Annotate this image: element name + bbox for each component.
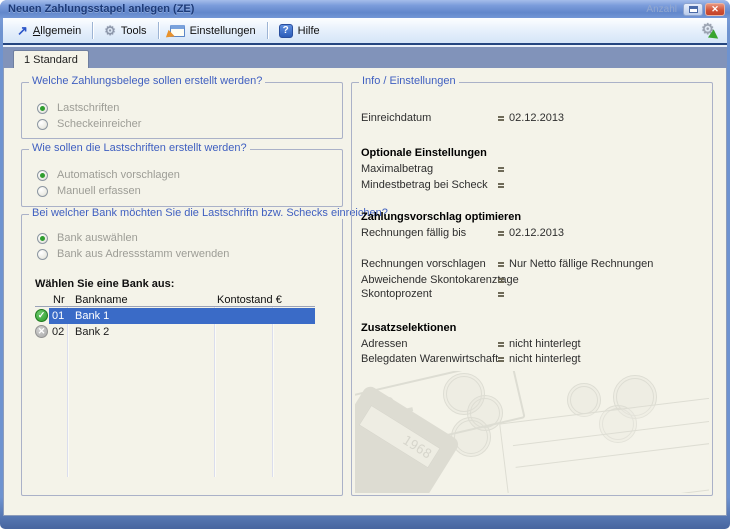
einstellungen-label: Einstellungen <box>190 25 256 37</box>
equals-icon <box>498 183 504 188</box>
equals-icon <box>498 231 504 236</box>
radio-icon <box>37 186 48 197</box>
coin-icon <box>613 375 657 419</box>
equals-icon <box>498 278 504 283</box>
transfer-form-graphic: EUR <box>499 371 709 493</box>
radio-manuell-erfassen[interactable]: Manuell erfassen <box>37 184 141 198</box>
tools-label: Tools <box>121 25 147 37</box>
radio-lastschriften[interactable]: Lastschriften <box>37 101 119 115</box>
check-icon: ✓ <box>35 309 48 322</box>
tab-standard[interactable]: 1 Standard <box>13 50 89 68</box>
app-window: Neuen Zahlungsstapel anlegen (ZE) Anzahl… <box>0 0 730 529</box>
section-optionale-einstellungen: Optionale Einstellungen <box>361 147 706 161</box>
groupbox-erstellung: Wie sollen die Lastschriften erstellt we… <box>21 149 343 207</box>
help-icon: ? <box>279 24 293 38</box>
radio-automatisch-vorschlagen[interactable]: Automatisch vorschlagen <box>37 168 180 182</box>
coin-icon <box>599 405 637 443</box>
groupbox-title: Wie sollen die Lastschriften erstellt we… <box>29 142 250 154</box>
radio-scheckeinreicher[interactable]: Scheckeinreicher <box>37 117 141 131</box>
radio-icon <box>37 119 48 130</box>
radio-selected-icon <box>37 103 48 114</box>
tab-strip: 1 Standard <box>3 47 727 68</box>
window-body: ↗ Allgemein ⚙ Tools Einstellungen ? Hilf… <box>3 18 727 516</box>
bank-row-2[interactable]: ✕ 02 Bank 2 <box>35 324 315 340</box>
tools-menu-button[interactable]: ⚙ Tools <box>98 22 152 39</box>
euro-money-watermark: EURO <box>355 371 709 493</box>
info-row-adressen: Adressen nicht hinterlegt <box>361 338 706 352</box>
bank-row-1[interactable]: ✓ 01 Bank 1 <box>35 308 315 324</box>
allgemein-menu-button[interactable]: ↗ Allgemein <box>11 22 87 39</box>
groupbox-bank-auswahl: Bei welcher Bank möchten Sie die Lastsch… <box>21 214 343 496</box>
coin-icon <box>443 373 485 415</box>
equals-icon <box>498 262 504 267</box>
main-panel: Welche Zahlungsbelege sollen erstellt we… <box>3 68 727 516</box>
bank-table-caption: Wählen Sie eine Bank aus: <box>35 278 174 290</box>
info-row-skontokarenztage: Abweichende Skontokarenztage <box>361 274 706 288</box>
hilfe-label: Hilfe <box>298 25 320 37</box>
equals-icon <box>498 116 504 121</box>
bank-table-header: Nr Bankname Kontostand € <box>35 293 315 307</box>
window-title: Neuen Zahlungsstapel anlegen (ZE) <box>8 3 194 15</box>
equals-icon <box>498 357 504 362</box>
equals-icon <box>498 167 504 172</box>
column-header-bankname: Bankname <box>75 294 128 306</box>
groupbox-title: Bei welcher Bank möchten Sie die Lastsch… <box>29 207 391 219</box>
restore-window-button[interactable] <box>683 3 703 16</box>
info-row-skontoprozent: Skontoprozent <box>361 288 706 302</box>
equals-icon <box>498 292 504 297</box>
gear-icon: ⚙ <box>104 24 116 37</box>
groupbox-title: Welche Zahlungsbelege sollen erstellt we… <box>29 75 265 87</box>
equals-icon <box>498 342 504 347</box>
info-row-belegdaten: Belegdaten Warenwirtschaft nicht hinterl… <box>361 353 706 367</box>
toolbar-separator <box>158 22 159 39</box>
cross-icon: ✕ <box>35 325 48 338</box>
title-bar: Neuen Zahlungsstapel anlegen (ZE) Anzahl… <box>0 0 730 18</box>
info-row-rechnungen-faellig: Rechnungen fällig bis 02.12.2013 <box>361 227 706 241</box>
window-glyph-icon <box>689 6 698 13</box>
info-row-einreichdatum: Einreichdatum 02.12.2013 <box>361 112 706 126</box>
toolbar: ↗ Allgemein ⚙ Tools Einstellungen ? Hilf… <box>3 18 727 45</box>
radio-icon <box>37 249 48 260</box>
arrow-up-right-icon: ↗ <box>17 24 28 37</box>
close-button[interactable]: ✕ <box>705 3 725 16</box>
groupbox-info-einstellungen: Info / Einstellungen Einreichdatum 02.12… <box>351 82 713 496</box>
groupbox-title: Info / Einstellungen <box>359 75 459 87</box>
hilfe-menu-button[interactable]: ? Hilfe <box>273 22 326 40</box>
einstellungen-menu-button[interactable]: Einstellungen <box>164 23 262 39</box>
execute-settings-button[interactable]: ⚙ <box>699 22 719 40</box>
bank-table: Nr Bankname Kontostand € ✓ 01 Bank 1 <box>35 293 315 477</box>
cell-bankname: Bank 1 <box>75 310 109 322</box>
column-header-kontostand: Kontostand € <box>217 294 282 306</box>
column-header-nr: Nr <box>53 294 65 306</box>
info-row-rechnungen-vorschlagen: Rechnungen vorschlagen Nur Netto fällige… <box>361 258 706 272</box>
allgemein-label: Allgemein <box>33 25 81 37</box>
info-row-mindestbetrag: Mindestbetrag bei Scheck <box>361 179 706 193</box>
background-window-title: Anzahl <box>646 4 677 15</box>
coin-icon <box>567 383 601 417</box>
toolbar-separator <box>92 22 93 39</box>
cell-nr: 01 <box>52 310 64 322</box>
radio-bank-auswaehlen[interactable]: Bank auswählen <box>37 231 138 245</box>
toolbar-separator <box>267 22 268 39</box>
cell-nr: 02 <box>52 326 64 338</box>
calculator-graphic: 1968 <box>355 384 461 493</box>
radio-selected-icon <box>37 233 48 244</box>
info-row-maximalbetrag: Maximalbetrag <box>361 163 706 177</box>
settings-window-icon <box>170 25 185 37</box>
coin-icon <box>451 417 491 457</box>
radio-selected-icon <box>37 170 48 181</box>
coin-icon <box>467 395 503 431</box>
radio-bank-adressstamm[interactable]: Bank aus Adressstamm verwenden <box>37 247 229 261</box>
section-zusatzselektionen: Zusatzselektionen <box>361 322 706 336</box>
cell-bankname: Bank 2 <box>75 326 109 338</box>
banknote-graphic: EURO <box>355 371 526 458</box>
section-zahlungsvorschlag: Zahlungsvorschlag optimieren <box>361 211 706 225</box>
groupbox-zahlungsbelege: Welche Zahlungsbelege sollen erstellt we… <box>21 82 343 139</box>
